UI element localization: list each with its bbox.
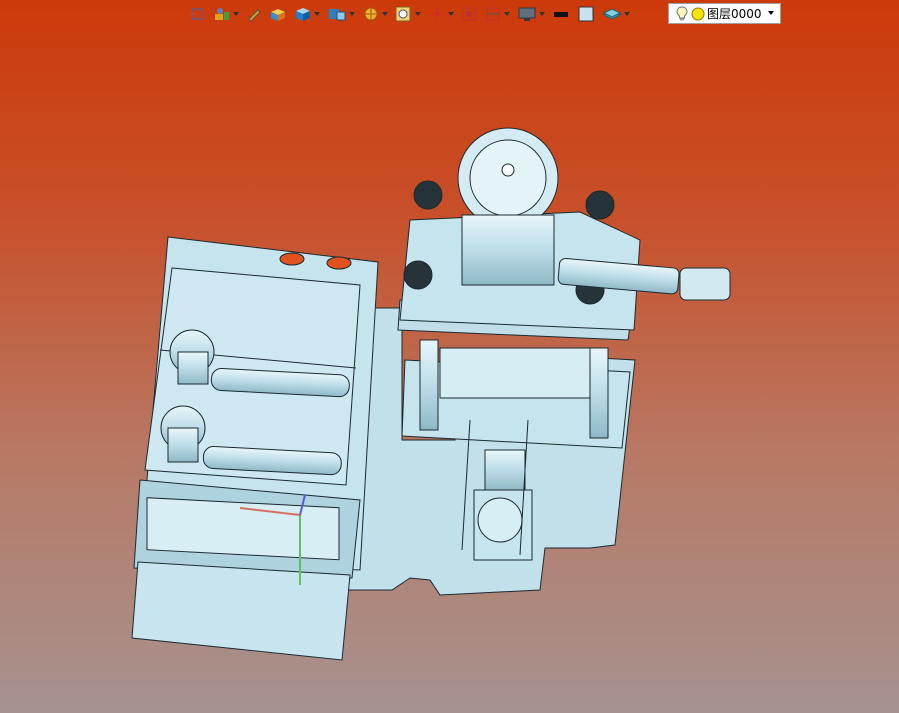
view-toolbar [188,2,635,26]
chevron-down-icon [624,12,630,16]
section-view-icon [364,7,378,21]
line-color-button[interactable] [550,3,572,25]
sketch-button[interactable] [244,3,264,25]
cabinet-front-panel [131,561,351,661]
axes-triad-button[interactable] [426,3,456,25]
chevron-down-icon [233,12,239,16]
display-settings-button[interactable] [515,3,547,25]
view-orientation-icon [191,8,203,20]
face-color-button[interactable] [575,3,597,25]
layer-dropdown[interactable]: 图层0000 [668,3,781,24]
zoom-icon [395,6,411,22]
chevron-down-icon [768,11,774,15]
standard-views-icon [329,9,346,21]
pencil-icon [248,9,261,22]
isometric-view-button[interactable] [292,3,322,25]
chevron-down-icon [314,12,320,16]
cabinet-window [146,497,340,561]
layer-style-button[interactable] [600,3,632,25]
yellow-circle-icon [691,7,705,20]
shaded-box-icon [271,9,285,21]
bounding-box-icon [486,7,500,21]
section-view-button[interactable] [360,3,390,25]
axes-triad-icon [431,8,443,20]
shaded-box-button[interactable] [267,3,289,25]
standard-views-button[interactable] [325,3,357,25]
lightbulb-icon [676,5,688,20]
cabinet-port-1 [279,252,305,266]
chevron-down-icon [539,12,545,16]
chevron-down-icon [415,12,421,16]
display-monitor-icon [518,7,536,21]
render-style-icon [215,8,229,20]
layer-name: 图层0000 [707,7,762,21]
chevron-down-icon [448,12,454,16]
fit-view-button[interactable] [459,3,479,25]
view-orientation-button[interactable] [188,3,208,25]
bounding-box-button[interactable] [482,3,512,25]
mold-assembly-model[interactable] [131,127,731,661]
face-color-icon [578,6,594,22]
chevron-down-icon [382,12,388,16]
render-style-button[interactable] [211,3,241,25]
chevron-down-icon [504,12,510,16]
layer-style-icon [602,8,622,20]
cabinet-port-2 [326,256,352,270]
line-color-icon [554,12,568,17]
chevron-down-icon [349,12,355,16]
fit-view-icon [462,7,476,21]
cad-viewport[interactable] [0,0,899,713]
isometric-cube-icon [296,8,310,21]
zoom-button[interactable] [393,3,423,25]
